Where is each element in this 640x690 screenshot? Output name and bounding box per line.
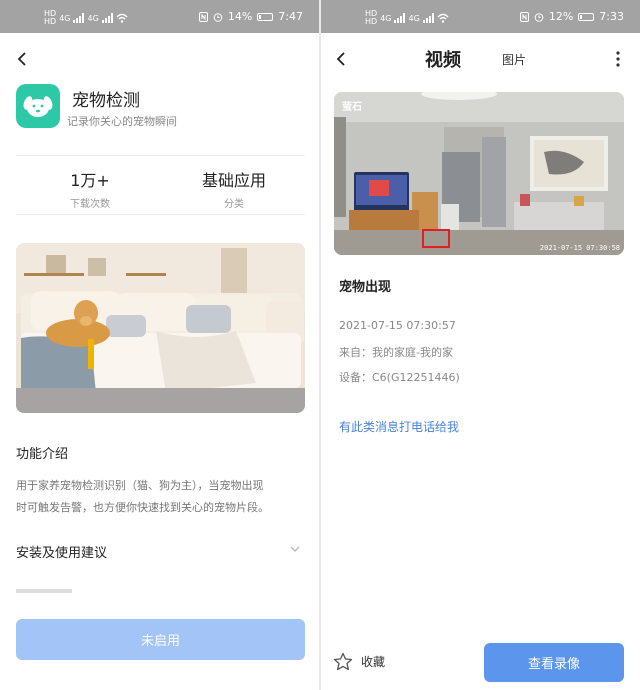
event-device: 设备：C6(G12251446): [339, 371, 460, 384]
stat-label: 下载次数: [70, 199, 110, 210]
event-source: 来自：我的家庭-我的家: [339, 346, 453, 359]
dog-on-sofa-image: [16, 243, 305, 413]
install-section-toggle[interactable]: 安装及使用建议: [16, 542, 107, 561]
view-recording-button[interactable]: 查看录像: [484, 643, 624, 682]
app-title: 宠物检测: [72, 91, 140, 111]
event-detail-screen: HD HD 4G 4G 12% 7:33 视频 图片 萤石 2021-07-15…: [321, 0, 640, 690]
nfc-icon: [519, 11, 529, 22]
signal-icon: [394, 13, 406, 23]
signal-icon: [73, 13, 85, 23]
tab-image[interactable]: 图片: [502, 51, 526, 68]
app-subtitle: 记录你关心的宠物瞬间: [67, 115, 177, 128]
signal-icon: [422, 13, 434, 23]
camera-snapshot[interactable]: 萤石 2021-07-15 07:30:58: [334, 92, 624, 255]
battery-icon: [578, 12, 595, 21]
signal-label: 4G: [408, 13, 420, 23]
event-title: 宠物出现: [339, 280, 392, 295]
favorite-button[interactable]: 收藏: [333, 652, 385, 671]
enable-button[interactable]: 未启用: [16, 619, 305, 660]
signal-label: 4G: [59, 13, 71, 23]
divider: [16, 155, 305, 156]
feature-description-line: 用于家养宠物检测识别（猫、狗为主），当宠物出现: [16, 479, 264, 492]
battery-icon: [257, 12, 274, 21]
alarm-icon: [213, 12, 223, 22]
battery-percent: 12%: [548, 10, 574, 23]
clock: 7:33: [599, 10, 624, 23]
event-datetime: 2021-07-15 07:30:57: [339, 319, 456, 332]
signal-indicators: HD HD 4G 4G: [44, 10, 128, 26]
stat-category: 基础应用 分类: [164, 167, 304, 210]
wifi-icon: [116, 13, 128, 23]
phone-alert-link[interactable]: 有此类消息打电话给我: [339, 418, 459, 435]
star-icon: [333, 652, 353, 671]
hd-badge: HD: [365, 17, 378, 26]
pet-detection-screen: HD HD 4G 4G 14% 7:47 宠物检测 记录你关心的宠物瞬间 1万+…: [0, 0, 319, 690]
feature-heading: 功能介绍: [16, 447, 69, 462]
divider: [16, 214, 305, 215]
clipped-section-heading: [16, 589, 72, 593]
signal-label: 4G: [380, 13, 392, 23]
favorite-label: 收藏: [361, 655, 386, 669]
nfc-icon: [198, 11, 208, 22]
hd-badge: HD: [44, 17, 57, 26]
back-arrow-icon[interactable]: [331, 48, 353, 70]
tab-video[interactable]: 视频: [425, 46, 461, 72]
signal-label: 4G: [87, 13, 99, 23]
stat-value: 基础应用: [201, 171, 266, 190]
pet-app-icon: [16, 84, 60, 128]
feature-description-line: 时可触发告警，也方便你快速找到关心的宠物片段。: [16, 501, 269, 514]
alarm-icon: [534, 12, 544, 22]
status-bar: HD HD 4G 4G 12% 7:33: [321, 0, 640, 33]
wifi-icon: [437, 13, 449, 23]
clock: 7:47: [278, 10, 303, 23]
more-options-icon[interactable]: [616, 50, 620, 68]
stat-value: 1万+: [70, 171, 110, 190]
chevron-down-icon[interactable]: [289, 544, 301, 554]
stat-downloads: 1万+ 下载次数: [20, 167, 160, 210]
feature-description: 用于家养宠物检测识别（猫、狗为主），当宠物出现 时可触发告警，也方便你快速找到关…: [16, 475, 306, 519]
status-bar: HD HD 4G 4G 14% 7:47: [0, 0, 319, 33]
video-timestamp: 2021-07-15 07:30:58: [539, 244, 620, 252]
brand-watermark: 萤石: [342, 102, 362, 113]
stat-label: 分类: [224, 199, 244, 210]
signal-icon: [101, 13, 113, 23]
signal-indicators: HD HD 4G 4G: [365, 10, 449, 26]
back-arrow-icon[interactable]: [12, 48, 34, 70]
battery-percent: 14%: [227, 10, 253, 23]
